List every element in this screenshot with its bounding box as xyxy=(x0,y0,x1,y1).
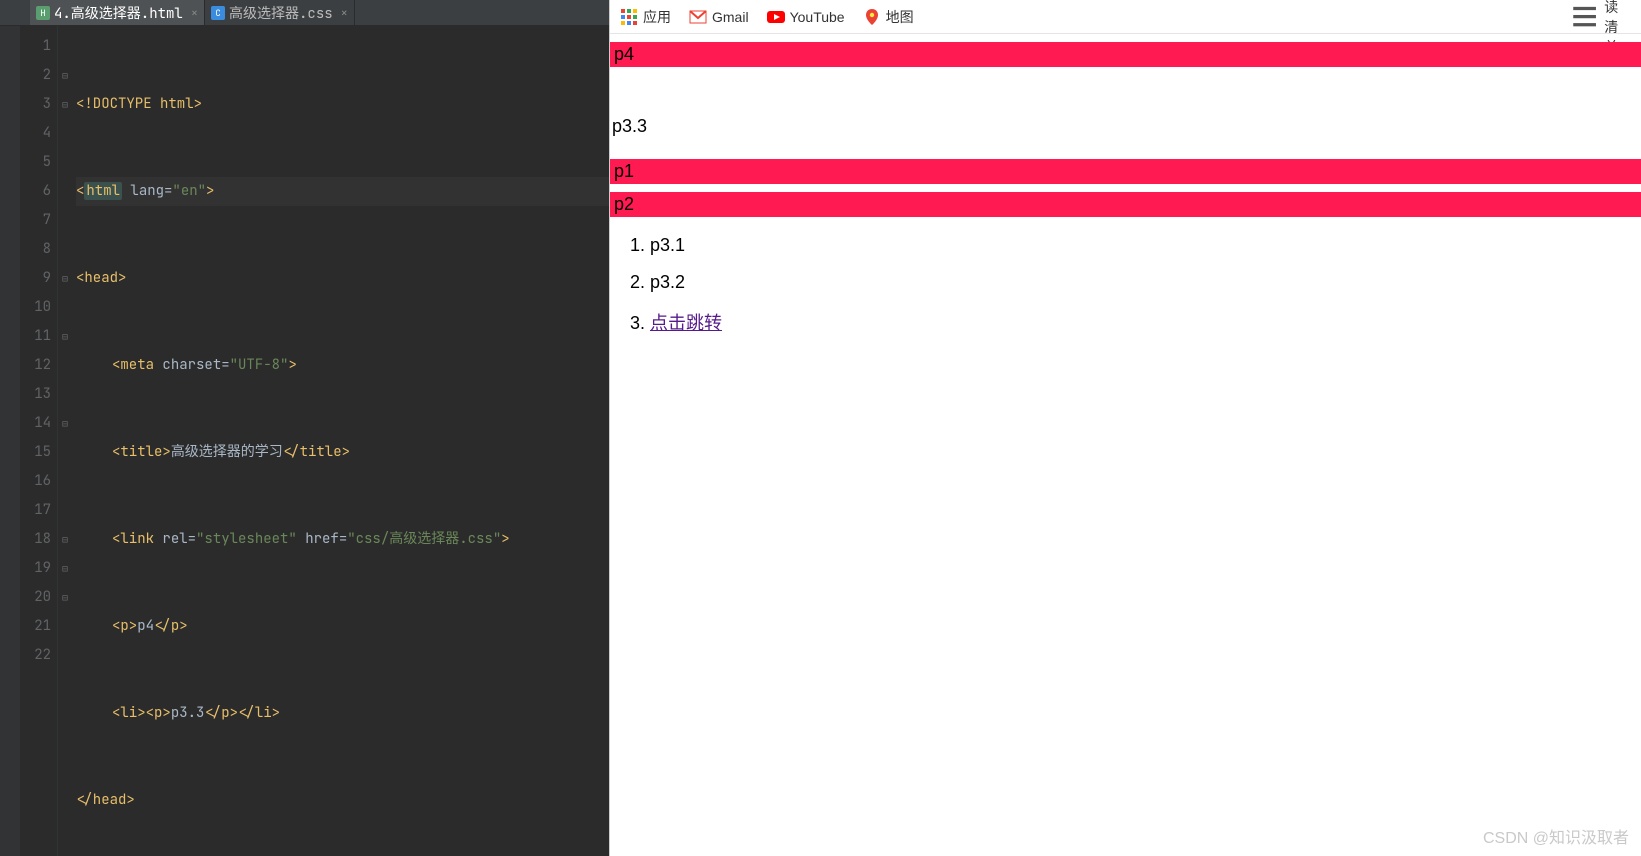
reading-list-icon xyxy=(1570,2,1599,31)
youtube-icon xyxy=(767,8,785,26)
bookmark-label: 地图 xyxy=(886,7,914,27)
code-editor[interactable]: <!DOCTYPE html> <html lang="en"> <head> … xyxy=(72,26,609,856)
bookmark-apps[interactable]: 应用 xyxy=(620,7,671,27)
ordered-list: p3.1 p3.2 点击跳转 xyxy=(650,235,1641,335)
bookmarks-bar: 应用 Gmail YouTube 地图 阅读清单 xyxy=(610,0,1641,34)
bookmark-youtube[interactable]: YouTube xyxy=(767,8,845,26)
ide-panel: H 4.高级选择器.html × C 高级选择器.css × 123456789… xyxy=(0,0,609,856)
line-number-gutter: 12345678910111213141516171819202122 xyxy=(20,26,58,856)
ide-tab-bar: H 4.高级选择器.html × C 高级选择器.css × xyxy=(0,0,609,26)
list-item: p3.1 xyxy=(650,235,1641,256)
ide-gutter xyxy=(0,26,20,856)
paragraph-p33: p3.3 xyxy=(612,116,1639,137)
close-icon[interactable]: × xyxy=(191,5,198,21)
ide-tab-label: 高级选择器.css xyxy=(229,3,333,23)
paragraph-p2: p2 xyxy=(610,192,1641,217)
browser-panel: 应用 Gmail YouTube 地图 阅读清单 p4 p3.3 p1 p2 p… xyxy=(609,0,1641,856)
maps-icon xyxy=(863,8,881,26)
close-icon[interactable]: × xyxy=(341,5,348,21)
html-file-icon: H xyxy=(36,6,50,20)
fold-gutter: ⊟⊟⊟⊟⊟⊟⊟⊟ xyxy=(58,26,72,856)
bookmark-label: YouTube xyxy=(790,9,845,25)
bookmark-label: 应用 xyxy=(643,7,671,27)
ide-body: 12345678910111213141516171819202122 ⊟⊟⊟⊟… xyxy=(0,26,609,856)
apps-icon xyxy=(620,8,638,26)
ide-tab-css[interactable]: C 高级选择器.css × xyxy=(205,0,355,25)
bookmark-label: Gmail xyxy=(712,9,749,25)
css-file-icon: C xyxy=(211,6,225,20)
ide-tab-label: 4.高级选择器.html xyxy=(54,3,183,23)
gmail-icon xyxy=(689,8,707,26)
paragraph-p1: p1 xyxy=(610,159,1641,184)
ide-tab-html[interactable]: H 4.高级选择器.html × xyxy=(30,0,205,25)
empty-bullet xyxy=(616,81,1641,102)
rendered-page[interactable]: p4 p3.3 p1 p2 p3.1 p3.2 点击跳转 xyxy=(610,34,1641,856)
bookmark-gmail[interactable]: Gmail xyxy=(689,8,749,26)
list-item: 点击跳转 xyxy=(650,309,1641,335)
paragraph-p4: p4 xyxy=(610,42,1641,67)
jump-link[interactable]: 点击跳转 xyxy=(650,313,722,333)
list-item: p3.2 xyxy=(650,272,1641,293)
bookmark-maps[interactable]: 地图 xyxy=(863,7,914,27)
